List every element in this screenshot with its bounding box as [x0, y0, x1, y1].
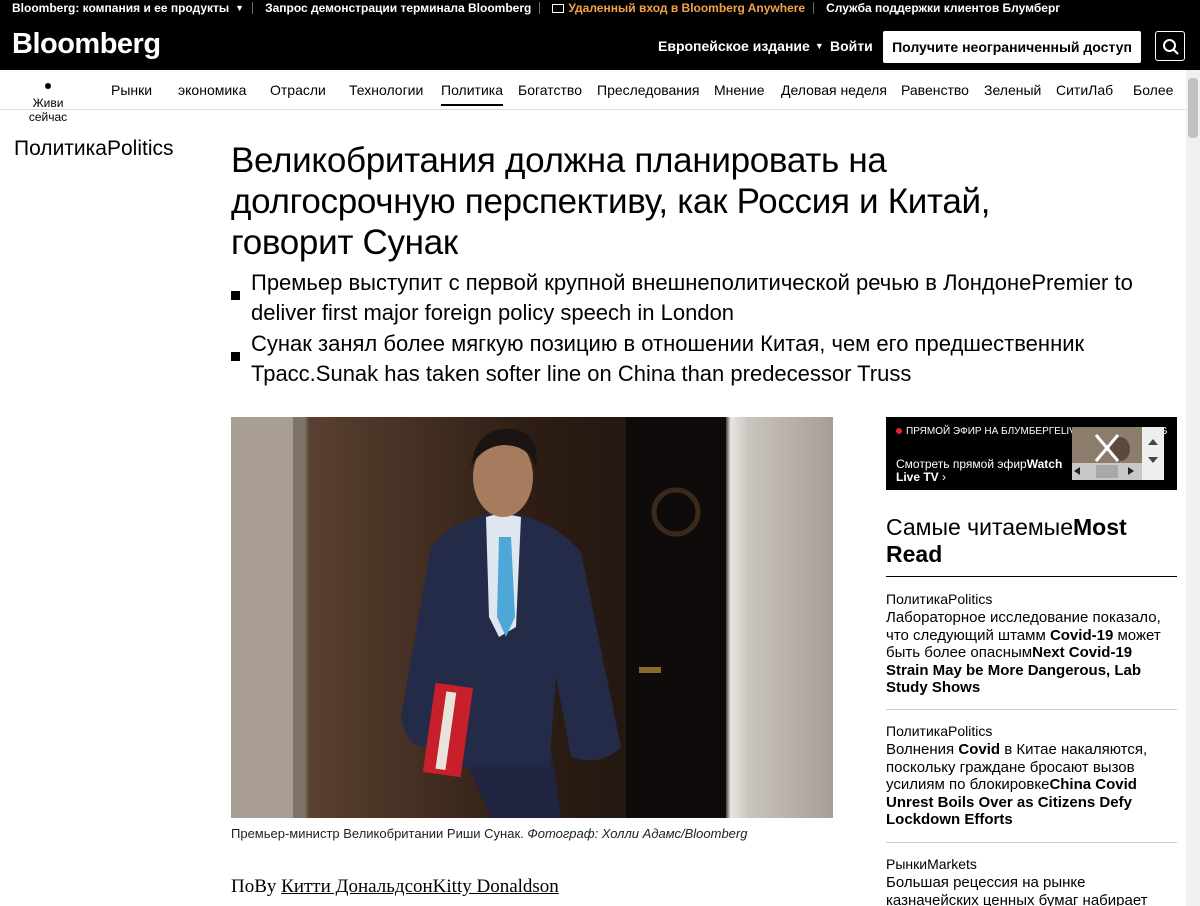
byline-prefix: ПоBy	[231, 876, 277, 897]
sign-in-link[interactable]: Войти	[830, 38, 873, 54]
headline-ru-bold: Covid	[958, 741, 1001, 758]
search-button[interactable]	[1155, 31, 1185, 61]
headline-ru: Большая рецессия на рынке казначейских ц…	[886, 874, 1148, 906]
company-products-label: Bloomberg: компания и ее продукты	[12, 1, 230, 15]
edition-label: Европейское издание	[658, 38, 810, 54]
divider	[886, 709, 1177, 710]
headline-ru-bold: Covid-19	[1049, 626, 1114, 644]
live-tv-widget[interactable]: ПРЯМОЙ ЭФИР НА БЛУМБЕРГЕLIVE ON BLOOMBER…	[886, 417, 1177, 490]
most-read-category[interactable]: ПолитикаPolitics	[886, 723, 1177, 739]
terminal-demo-link[interactable]: Запрос демонстрации терминала Bloomberg	[253, 0, 539, 16]
live-tv-thumbnail[interactable]	[1072, 427, 1142, 480]
main-nav: Живи сейчас Рынки экономика Отрасли Техн…	[0, 70, 1200, 124]
nav-item-green[interactable]: Зеленый	[984, 82, 1041, 98]
more-menu-icon[interactable]	[1183, 12, 1187, 33]
nav-item-more[interactable]: Более	[1133, 82, 1173, 98]
support-link[interactable]: Служба поддержки клиентов Блумберг	[814, 0, 1068, 16]
search-icon	[1163, 39, 1179, 55]
article-headline: Великобритания должна планировать на дол…	[231, 141, 991, 262]
most-read-headline[interactable]: Волнения Covid в Китае накаляются, поско…	[886, 741, 1177, 829]
article-summary: Премьер выступит с первой крупной внешне…	[231, 268, 1171, 390]
nav-item-politics[interactable]: Политика	[441, 82, 503, 106]
most-read-item[interactable]: ПолитикаPolitics Лабораторное исследован…	[886, 591, 1177, 697]
most-read-title-ru: Самые читаемые	[886, 514, 1074, 540]
nav-item-businessweek[interactable]: Деловая неделя	[781, 82, 887, 98]
nav-item-technology[interactable]: Технологии	[349, 82, 423, 98]
nav-item-wealth[interactable]: Богатство	[518, 82, 582, 98]
chevron-down-icon: ▼	[814, 41, 824, 51]
chevron-down-icon: ▼	[235, 3, 245, 13]
section-label[interactable]: ПолитикаPolitics	[14, 137, 174, 161]
watch-live-ru: Смотреть прямой эфир	[896, 457, 1027, 471]
photo-credit: Фотограф: Холли Адамс/Bloomberg	[527, 826, 748, 841]
page-scrollbar[interactable]	[1186, 70, 1200, 906]
summary-bullet-text: Премьер выступит с первой крупной внешне…	[251, 270, 1133, 325]
live-dot-icon	[896, 428, 902, 434]
article-photo	[231, 417, 833, 818]
video-thumbnail-image	[1072, 427, 1142, 480]
most-read-headline[interactable]: Большая рецессия на рынке казначейских ц…	[886, 874, 1177, 906]
terminal-demo-label: Запрос демонстрации терминала Bloomberg	[265, 1, 532, 15]
nav-item-industries[interactable]: Отрасли	[270, 82, 326, 98]
bullet-square-icon	[231, 291, 240, 300]
monitor-icon	[552, 3, 565, 13]
caption-text: Премьер-министр Великобритании Риши Суна…	[231, 826, 524, 841]
carousel-controls[interactable]	[1142, 427, 1164, 480]
live-now-link[interactable]: Живи сейчас	[26, 83, 70, 124]
most-read-item[interactable]: ПолитикаPolitics Волнения Covid в Китае …	[886, 723, 1177, 829]
nav-item-pursuits[interactable]: Преследования	[597, 82, 699, 98]
nav-item-economics[interactable]: экономика	[178, 82, 246, 98]
chevron-right-icon: ›	[942, 470, 947, 484]
summary-bullet: Премьер выступит с первой крупной внешне…	[231, 268, 1171, 328]
utility-bar: Bloomberg: компания и ее продукты ▼ Запр…	[0, 0, 1200, 16]
summary-bullet-text: Сунак занял более мягкую позицию в отнош…	[251, 331, 1085, 386]
company-products-menu[interactable]: Bloomberg: компания и ее продукты ▼	[0, 0, 252, 16]
bullet-square-icon	[231, 352, 240, 361]
live-dot-icon	[45, 83, 51, 89]
divider	[886, 842, 1177, 843]
nav-item-equality[interactable]: Равенство	[901, 82, 969, 98]
edition-selector[interactable]: Европейское издание ▼	[658, 38, 824, 54]
carousel-arrows-icon	[1148, 439, 1158, 463]
remote-login-label: Удаленный вход в Bloomberg Anywhere	[568, 1, 806, 15]
author-link[interactable]: Китти ДональдсонKitty Donaldson	[281, 876, 559, 897]
bloomberg-logo[interactable]: Bloomberg	[12, 28, 161, 61]
support-label: Служба поддержки клиентов Блумберг	[826, 1, 1061, 15]
live-now-label: Живи сейчас	[28, 96, 68, 124]
most-read-item[interactable]: РынкиMarkets Большая рецессия на рынке к…	[886, 856, 1177, 906]
masthead: Bloomberg Европейское издание ▼ Войти По…	[0, 16, 1200, 70]
most-read-headline[interactable]: Лабораторное исследование показало, что …	[886, 609, 1177, 697]
photo-sunak-image	[231, 417, 833, 818]
scrollbar-thumb[interactable]	[1188, 78, 1198, 138]
most-read-category[interactable]: ПолитикаPolitics	[886, 591, 1177, 607]
summary-bullet: Сунак занял более мягкую позицию в отнош…	[231, 329, 1171, 389]
most-read-category[interactable]: РынкиMarkets	[886, 856, 1177, 872]
nav-item-markets[interactable]: Рынки	[111, 82, 152, 98]
subscribe-button[interactable]: Получите неограниченный доступ	[883, 31, 1141, 63]
watch-live-link[interactable]: Смотреть прямой эфирWatch Live TV ›	[896, 458, 1076, 484]
article-byline: ПоBy Китти ДональдсонKitty Donaldson	[231, 876, 559, 898]
most-read-heading: Самые читаемыеMost Read	[886, 514, 1177, 577]
headline-ru: Волнения	[886, 741, 959, 758]
nav-item-opinion[interactable]: Мнение	[714, 82, 765, 98]
nav-item-citylab[interactable]: СитиЛаб	[1056, 82, 1113, 98]
photo-caption: Премьер-министр Великобритании Риши Суна…	[231, 826, 747, 841]
remote-login-link[interactable]: Удаленный вход в Bloomberg Anywhere	[540, 0, 813, 16]
